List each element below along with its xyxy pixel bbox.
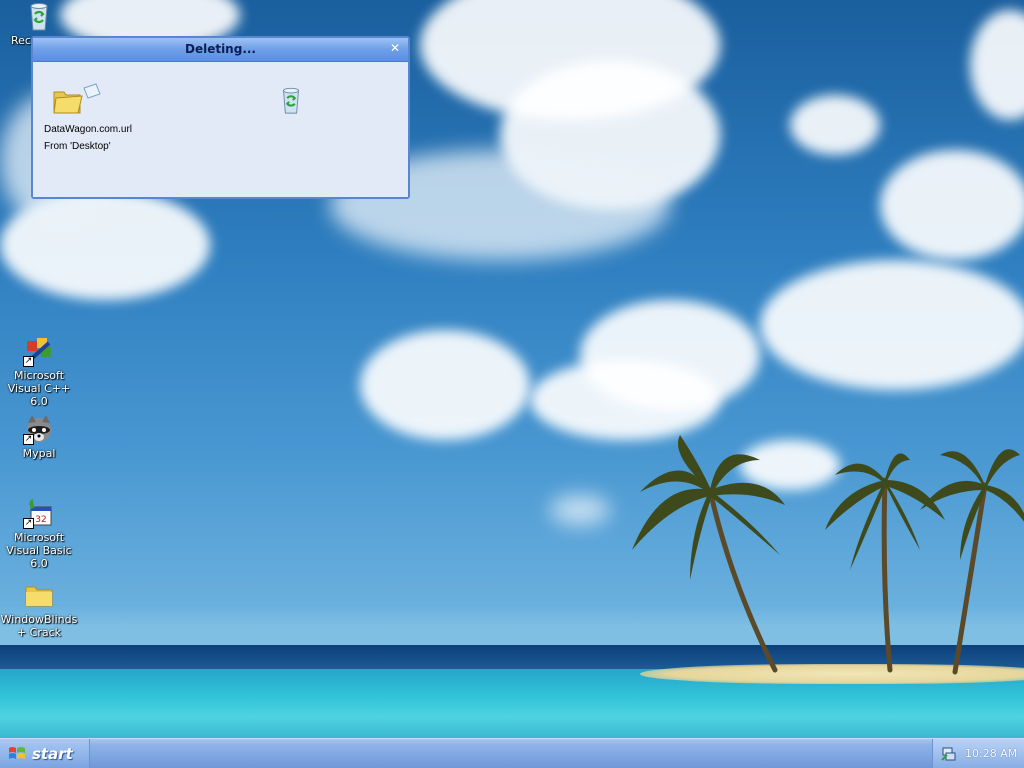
mypal-raccoon-icon: ↗ [23,413,55,445]
dialog-title-bar[interactable]: Deleting... ✕ [33,38,408,62]
folder-icon [23,579,55,611]
desktop-icon-mypal[interactable]: ↗ Mypal [0,413,78,460]
visual-cpp-icon: ↗ [23,335,55,367]
recycle-bin-icon [282,87,300,114]
cloud [360,330,530,440]
palm-trees [632,435,1024,675]
cloud [880,150,1024,260]
clock[interactable]: 10:28 AM [965,747,1017,760]
desktop-icon-label: Mypal [22,447,56,460]
desktop-icon-label: Microsoft Visual C++ 6.0 [7,369,71,408]
deleting-file-name: DataWagon.com.url [44,124,132,135]
shortcut-arrow-icon: ↗ [23,518,34,529]
desktop-icon-label: WindowBlinds + Crack [0,613,78,639]
flying-folder-icon [53,83,101,114]
svg-text:32: 32 [35,515,46,525]
desktop-icon-windowblinds[interactable]: WindowBlinds + Crack [0,579,78,639]
dialog-title: Deleting... [184,42,256,56]
desktop-icon-visual-cpp[interactable]: ↗ Microsoft Visual C++ 6.0 [0,335,78,408]
deleting-dialog[interactable]: Deleting... ✕ DataWagon.com.url From 'De… [31,36,410,199]
cloud [530,360,720,440]
deleting-from-location: From 'Desktop' [44,141,111,152]
cloud [970,10,1024,120]
cloud [760,260,1024,390]
close-icon[interactable]: ✕ [388,41,402,55]
system-tray: 10:28 AM [932,739,1024,768]
windows-logo-icon [9,746,25,759]
cloud [790,95,880,155]
start-label: start [32,744,73,763]
shortcut-arrow-icon: ↗ [23,356,34,367]
start-button[interactable]: start [0,739,90,768]
desktop-icon-label: Microsoft Visual Basic 6.0 [6,531,72,570]
desktop-icon-visual-basic[interactable]: 32 ↗ Microsoft Visual Basic 6.0 [0,497,78,570]
dialog-body: DataWagon.com.url From 'Desktop' [33,62,408,197]
visual-basic-icon: 32 ↗ [23,497,55,529]
tray-network-icon[interactable] [941,746,957,762]
cloud [550,495,610,525]
shortcut-arrow-icon: ↗ [23,434,34,445]
recycle-bin-icon [23,0,55,32]
taskbar: start 10:28 AM [0,738,1024,768]
